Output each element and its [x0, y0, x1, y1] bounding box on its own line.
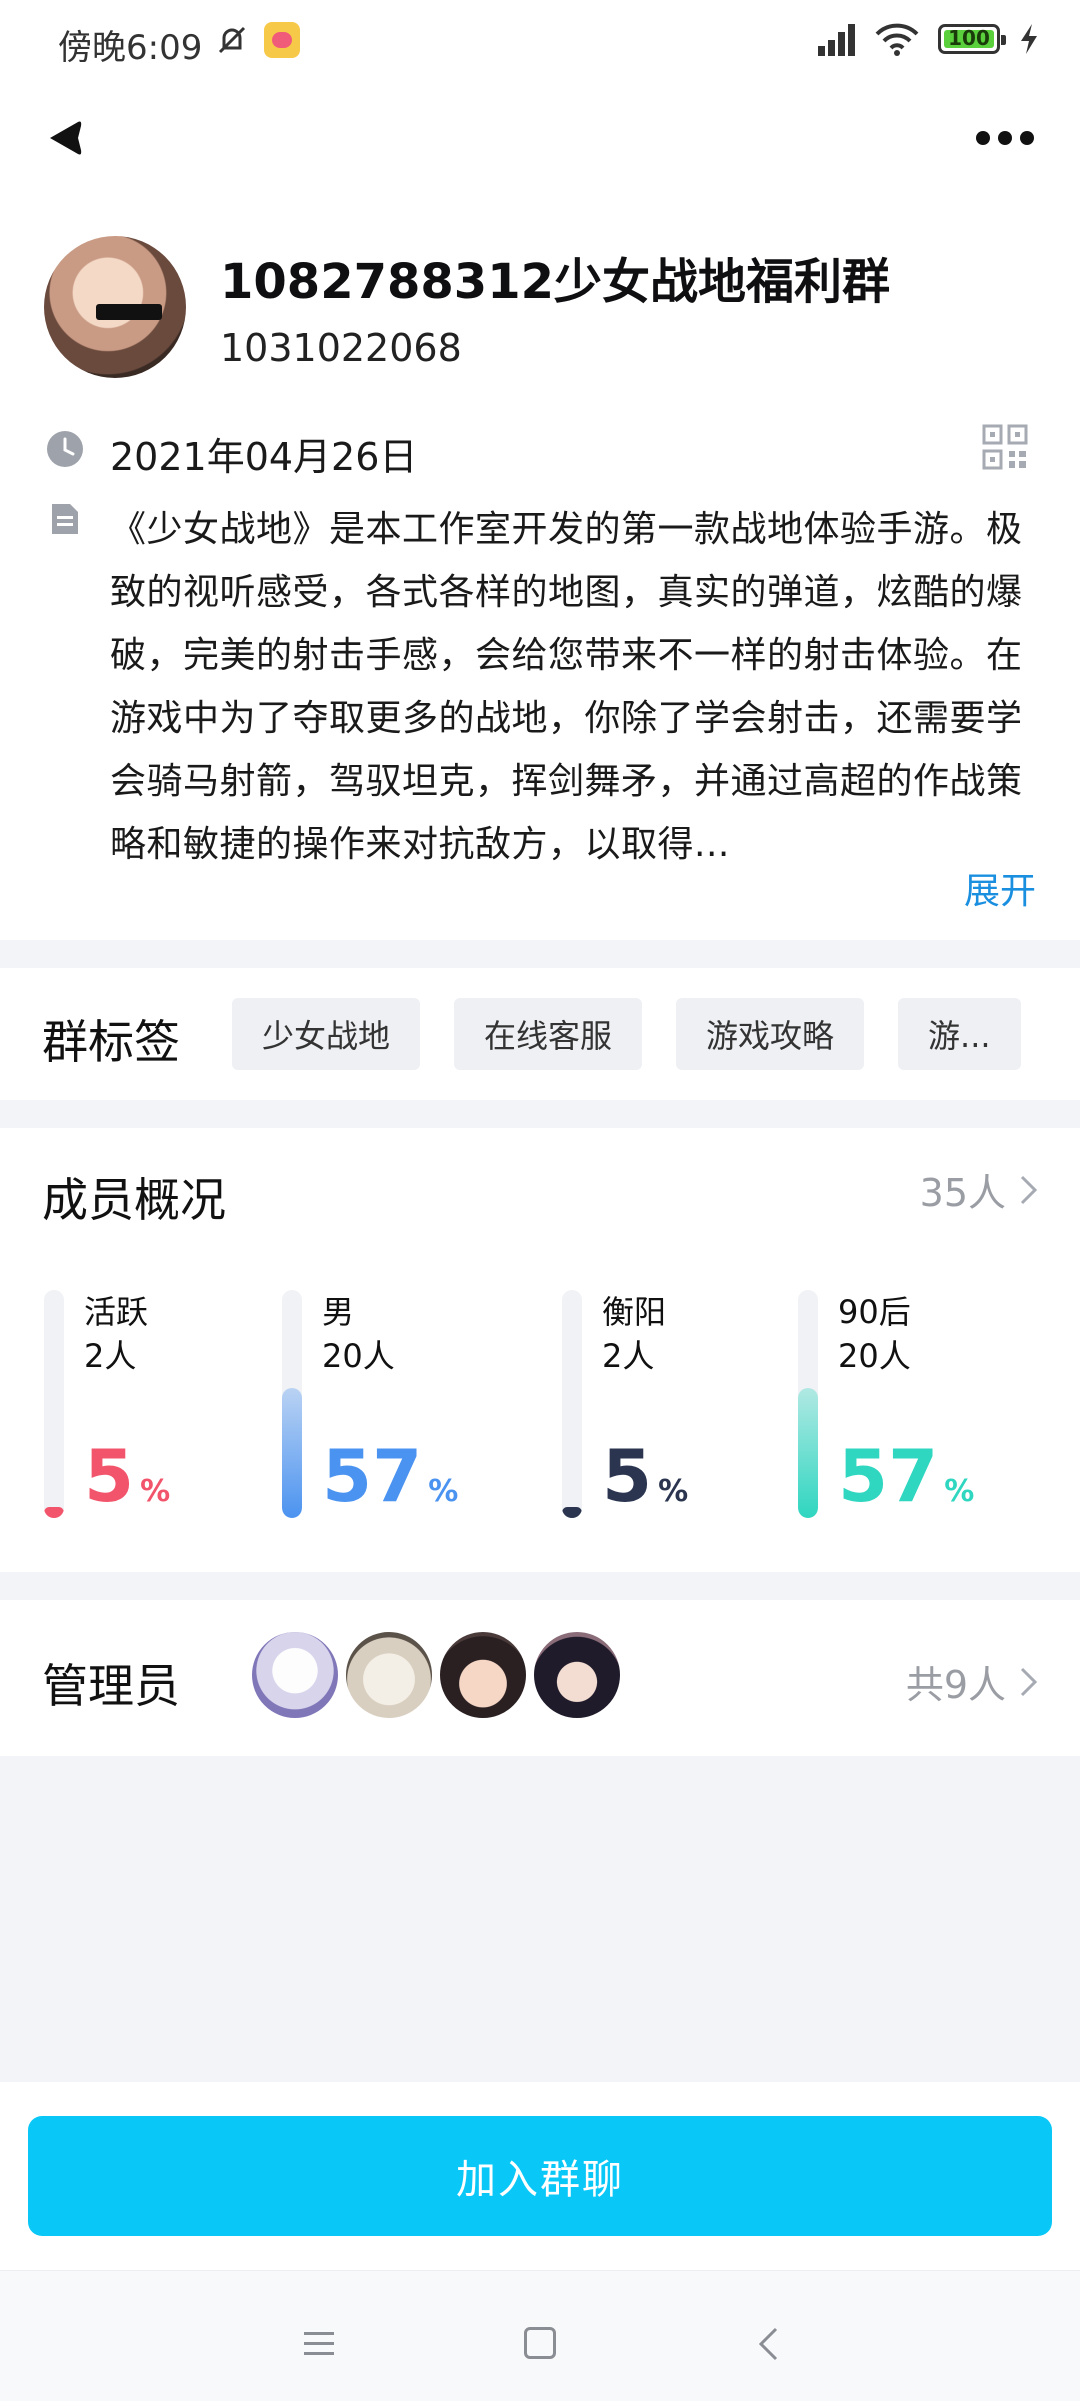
stat-label: 活跃 — [84, 1293, 149, 1331]
members-count-link[interactable]: 35人 — [920, 1162, 1040, 1217]
section-divider — [0, 1572, 1080, 1600]
created-date: 2021年04月26日 — [110, 435, 418, 479]
stat-bar-track — [44, 1290, 64, 1518]
stat-bar-fill — [798, 1388, 818, 1518]
nav-back-icon[interactable] — [756, 2325, 780, 2363]
admins-count-link[interactable]: 共9人 — [906, 1654, 1040, 1709]
stat-percent: 5% — [602, 1434, 689, 1518]
admin-avatars[interactable] — [250, 1630, 626, 1720]
stat-bar-track — [798, 1290, 818, 1518]
stat-count: 2人 — [602, 1337, 655, 1375]
admin-avatar[interactable] — [344, 1630, 434, 1720]
stat-percent: 57% — [838, 1434, 975, 1518]
group-description: 《少女战地》是本工作室开发的第一款战地体验手游。极致的视听感受，各式各样的地图，… — [110, 509, 1023, 865]
admins-count: 共9人 — [905, 1663, 1006, 1707]
admin-avatar[interactable] — [250, 1630, 340, 1720]
group-id: 1031022068 — [220, 326, 462, 370]
stat-count: 20人 — [838, 1337, 911, 1375]
mute-icon — [218, 26, 246, 54]
expand-link[interactable]: 展开 — [964, 862, 1036, 914]
stat-label: 90后 — [838, 1293, 911, 1331]
stat-count: 20人 — [322, 1337, 395, 1375]
menu-icon[interactable] — [302, 2329, 336, 2359]
stat-label: 衡阳 — [602, 1293, 667, 1331]
members-title: 成员概况 — [42, 1173, 226, 1227]
charging-icon — [1021, 24, 1037, 54]
group-avatar[interactable] — [44, 236, 186, 378]
stat-bar-fill — [282, 1388, 302, 1518]
group-name: 1082788312少女战地福利群 — [220, 254, 890, 310]
status-bar: 傍晚6:09 100 — [0, 0, 1080, 84]
stat-bar-track — [562, 1290, 582, 1518]
battery-level: 100 — [948, 26, 990, 50]
tag-chip[interactable]: 游戏攻略 — [676, 998, 865, 1070]
home-icon[interactable] — [524, 2327, 556, 2359]
stat-bar-track — [282, 1290, 302, 1518]
qr-code-icon[interactable] — [982, 424, 1028, 470]
stat-bar-fill — [44, 1507, 64, 1518]
clock-icon — [47, 431, 83, 467]
admins-title: 管理员 — [42, 1659, 180, 1713]
status-time: 傍晚6:09 — [58, 28, 203, 68]
join-group-button[interactable]: 加入群聊 — [28, 2116, 1052, 2236]
system-nav-bar — [0, 2270, 1080, 2401]
tags-list: 少女战地 在线客服 游戏攻略 游... — [232, 998, 1021, 1070]
more-options-icon[interactable] — [976, 120, 1042, 156]
tag-chip[interactable]: 游... — [898, 998, 1021, 1070]
stat-percent: 57% — [322, 1434, 459, 1518]
tag-chip[interactable]: 少女战地 — [232, 998, 421, 1070]
section-divider — [0, 1100, 1080, 1128]
wifi-icon — [875, 23, 919, 56]
back-icon[interactable] — [40, 112, 92, 164]
empty-area — [0, 1756, 1080, 2082]
admin-avatar[interactable] — [438, 1630, 528, 1720]
signal-icon — [810, 22, 856, 56]
stat-percent: 5% — [84, 1434, 171, 1518]
stat-bar-fill — [562, 1507, 582, 1518]
stat-label: 男 — [322, 1293, 355, 1331]
members-count: 35人 — [919, 1171, 1006, 1215]
section-divider — [0, 940, 1080, 968]
app-notification-icon — [264, 22, 300, 58]
description-icon — [52, 504, 78, 534]
tag-chip[interactable]: 在线客服 — [454, 998, 643, 1070]
chevron-right-icon — [1020, 1175, 1038, 1204]
tags-title: 群标签 — [42, 1015, 180, 1069]
battery-icon: 100 — [938, 24, 1006, 54]
admin-avatar[interactable] — [532, 1630, 622, 1720]
chevron-right-icon — [1020, 1667, 1038, 1696]
stat-count: 2人 — [84, 1337, 137, 1375]
